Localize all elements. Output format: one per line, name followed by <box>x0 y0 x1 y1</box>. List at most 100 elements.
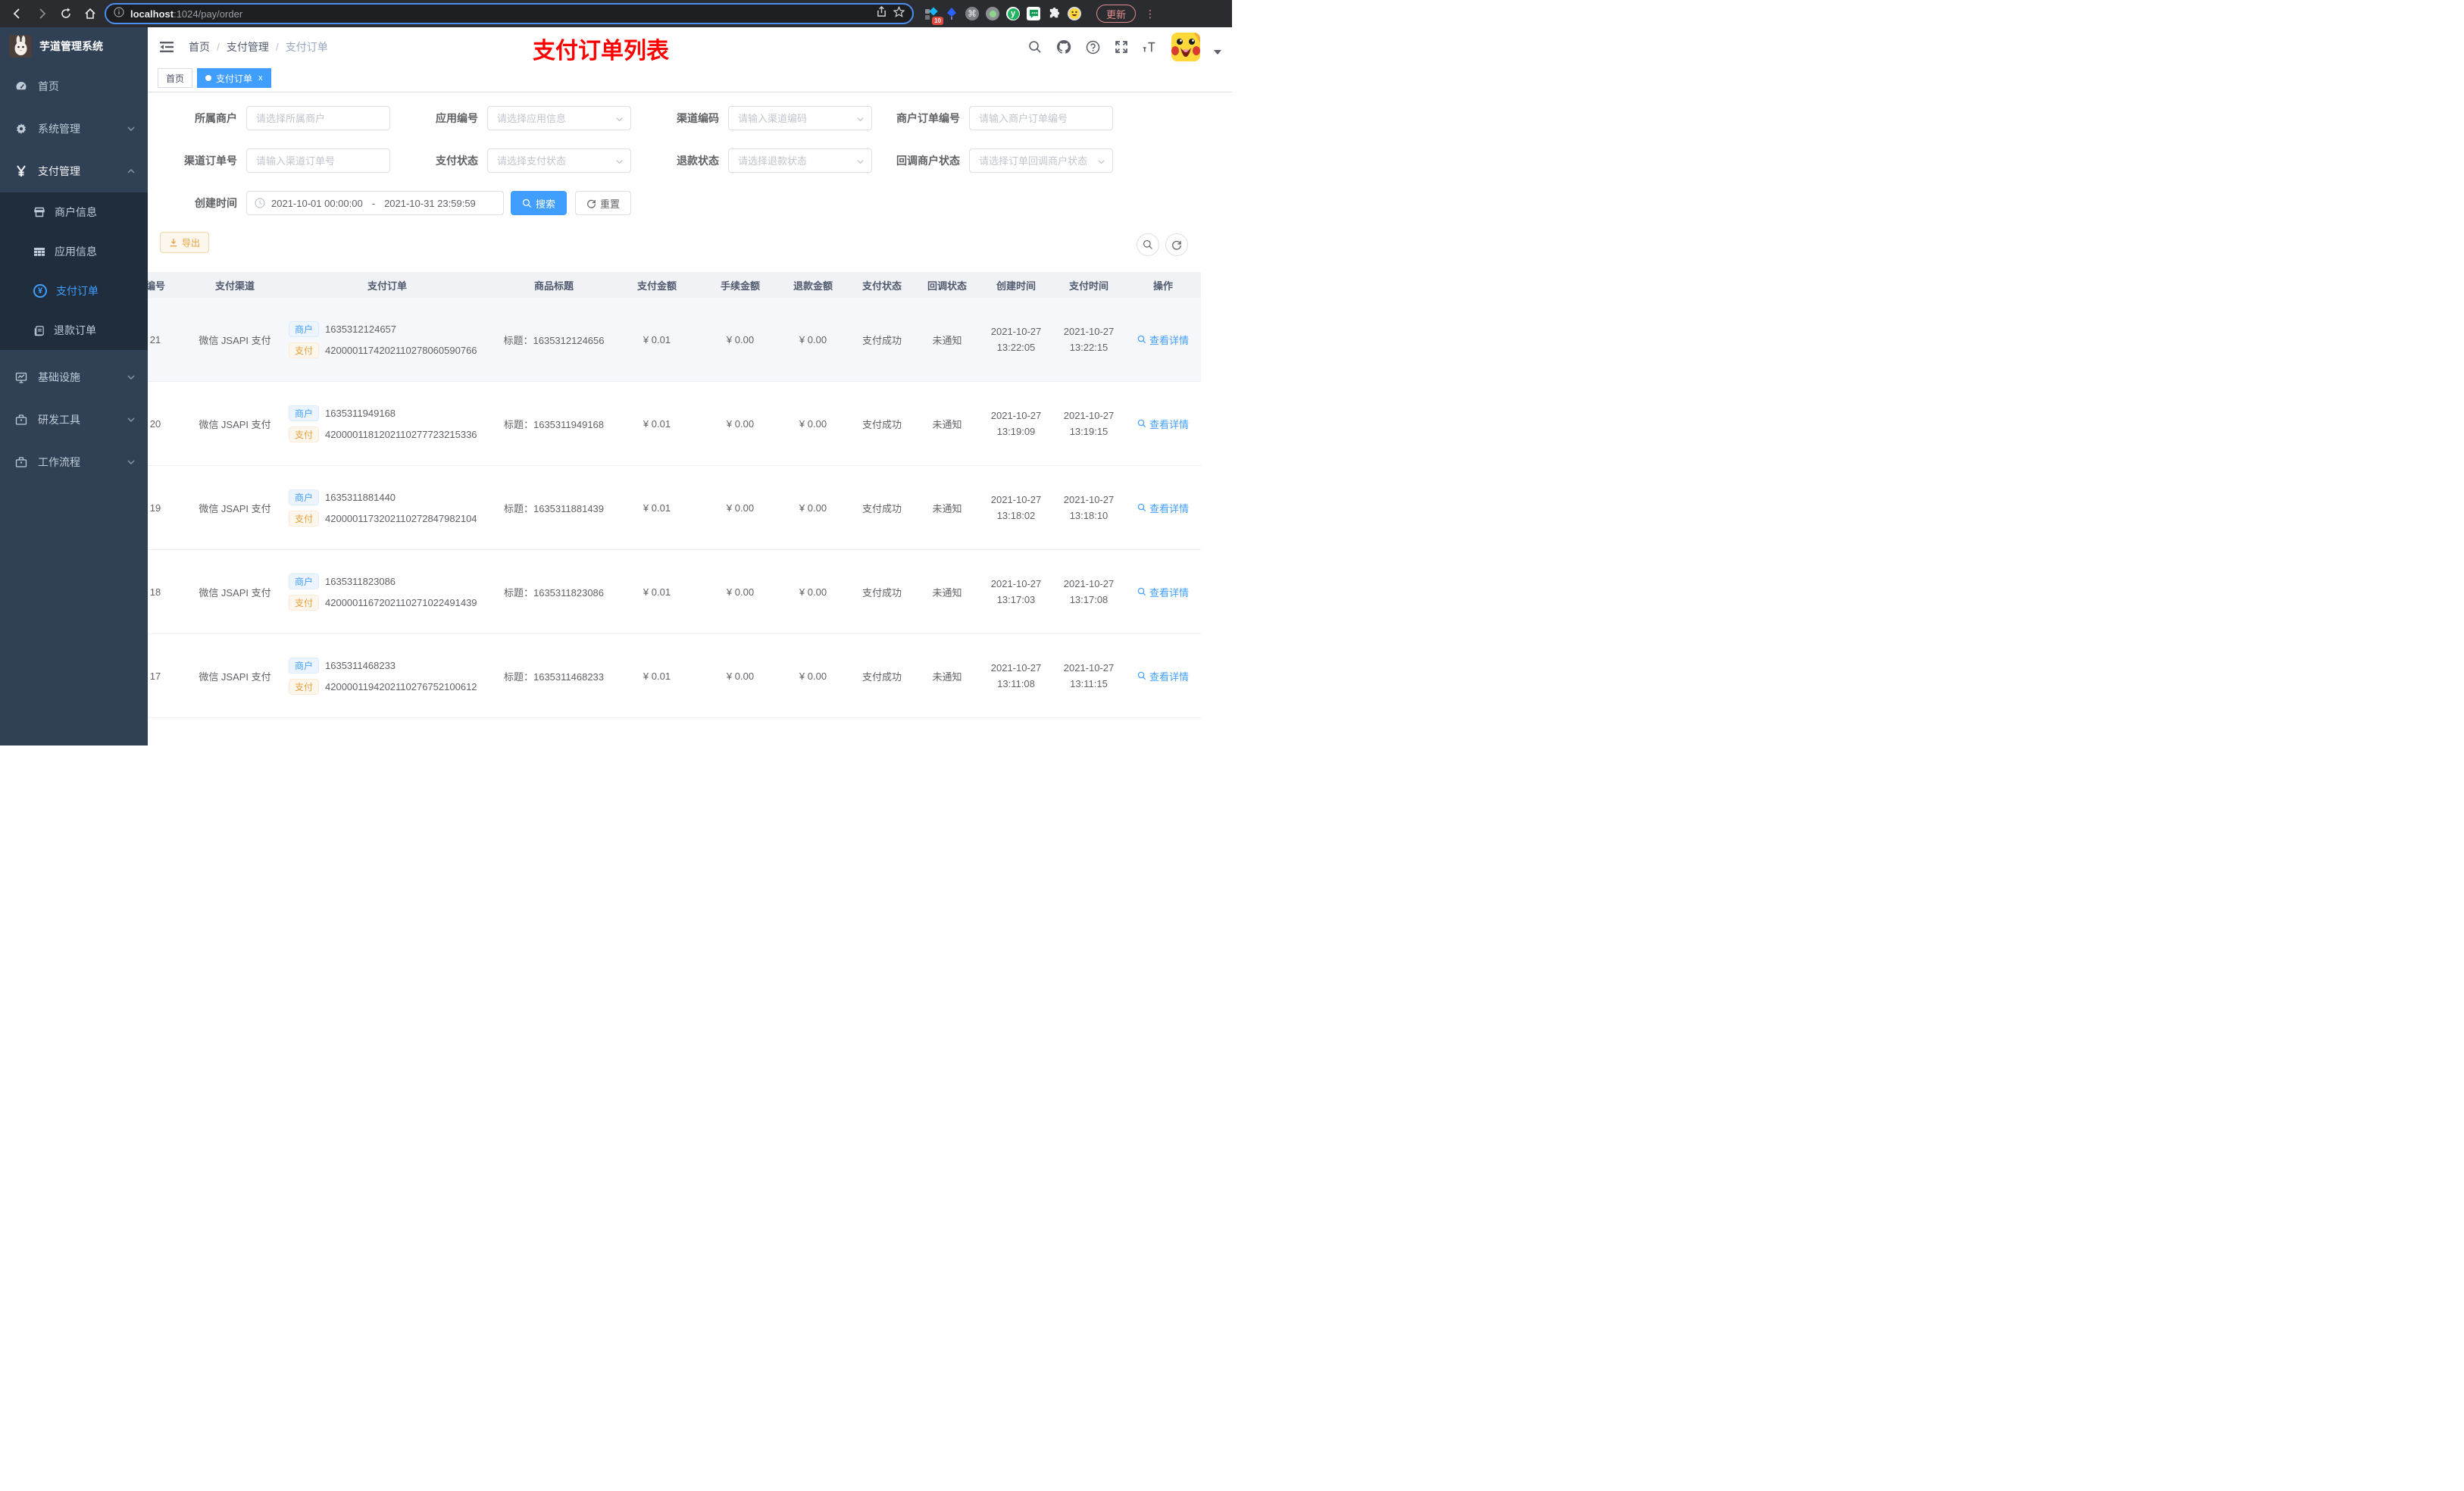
merchant-tag: 商户 <box>289 405 320 421</box>
channel-code-select[interactable] <box>729 107 871 130</box>
table-row: 16微信 JSAPI 支付商户1635311351736 <box>148 718 1201 746</box>
pay-submenu: 商户信息 应用信息 ¥ 支付订单 退款订单 <box>0 192 148 350</box>
sidebar-item-pay[interactable]: 支付管理 <box>0 150 148 192</box>
notify-status-cell: 未通知 <box>932 418 962 430</box>
date-range-picker[interactable]: 2021-10-01 00:00:00 - 2021-10-31 23:59:5… <box>246 191 504 215</box>
breadcrumb-home[interactable]: 首页 <box>189 39 210 55</box>
order-id-cell: 21 <box>149 333 161 345</box>
action-cell: 查看详情 <box>1125 669 1201 683</box>
forward-icon[interactable] <box>32 4 52 23</box>
app-id-select[interactable] <box>488 107 630 130</box>
sidebar-item-pay-order[interactable]: ¥ 支付订单 <box>0 271 148 311</box>
pay-order-no: 4200001174202110278060590766 <box>325 344 477 356</box>
extension-dot-icon[interactable] <box>986 7 999 20</box>
browser-menu-icon[interactable]: ⋮ <box>1145 8 1155 19</box>
filter-merchant: 所属商户 <box>166 106 390 130</box>
date-start[interactable]: 2021-10-01 00:00:00 <box>271 198 363 209</box>
view-detail-link[interactable]: 查看详情 <box>1137 417 1189 431</box>
view-detail-link[interactable]: 查看详情 <box>1137 669 1189 683</box>
extensions-puzzle-icon[interactable] <box>1047 7 1061 20</box>
notify-status-select[interactable] <box>970 149 1112 172</box>
pay-tag: 支付 <box>289 342 320 358</box>
sidebar-item-app-info[interactable]: 应用信息 <box>0 232 148 271</box>
chrome-update-button[interactable]: 更新 <box>1096 5 1137 23</box>
tab-home[interactable]: 首页 <box>158 68 193 88</box>
pay-channel-cell: 微信 JSAPI 支付 <box>199 586 271 599</box>
share-icon[interactable] <box>876 5 887 21</box>
merchant-order-line: 商户 1635311468233 <box>289 657 498 674</box>
address-bar[interactable]: localhost:1024/pay/order <box>105 3 914 24</box>
view-detail-link[interactable]: 查看详情 <box>1137 501 1189 515</box>
url-text[interactable]: localhost:1024/pay/order <box>130 8 870 20</box>
channel-order-no-input[interactable] <box>247 149 389 172</box>
magnifier-icon <box>1137 419 1146 428</box>
refresh-table-button[interactable] <box>1165 233 1188 256</box>
refund-amount-cell: ¥ 0.00 <box>799 333 827 345</box>
export-button[interactable]: 导出 <box>160 232 210 253</box>
pay-status-select[interactable] <box>488 149 630 172</box>
create-time-cell: 2021-10-27 13:17:03 <box>990 578 1042 605</box>
reload-icon[interactable] <box>56 4 76 23</box>
merchant-input[interactable] <box>247 107 389 130</box>
avatar[interactable] <box>1171 33 1200 61</box>
fullscreen-icon[interactable] <box>1114 39 1129 55</box>
breadcrumb-pay-manage[interactable]: 支付管理 <box>227 39 269 55</box>
view-detail-link[interactable]: 查看详情 <box>1137 585 1189 599</box>
product-title-cell: 标题：1635311823086 <box>503 586 605 599</box>
extension-y-icon[interactable]: y <box>1006 7 1020 20</box>
table-header-cell: 支付金额 <box>636 280 677 292</box>
sidebar-item-refund-order[interactable]: 退款订单 <box>0 311 148 350</box>
help-icon[interactable] <box>1085 39 1100 55</box>
sidebar-collapse-icon[interactable] <box>158 39 175 55</box>
table-row: 20 微信 JSAPI 支付 商户 1635311949168 支付 4200001181… <box>148 382 1201 466</box>
pay-channel-cell: 微信 JSAPI 支付 <box>199 502 271 514</box>
pay-time-cell: 2021-10-27 13:18:10 <box>1063 494 1115 521</box>
date-end[interactable]: 2021-10-31 23:59:59 <box>384 198 476 209</box>
sidebar-item-dev-tools[interactable]: 研发工具 <box>0 399 148 441</box>
sidebar-item-infra[interactable]: 基础设施 <box>0 356 148 399</box>
app-logo[interactable]: 芋道管理系统 <box>0 27 148 65</box>
table-header-cell: 支付时间 <box>1068 280 1108 292</box>
extension-diamond-icon[interactable]: 10 <box>924 7 943 25</box>
order-id-cell: 18 <box>149 586 161 598</box>
close-tab-icon[interactable]: x <box>258 73 263 83</box>
tab-pay-order[interactable]: 支付订单 x <box>197 68 271 88</box>
product-title-cell: 标题：1635311949168 <box>503 418 605 430</box>
sidebar-item-merchant-info[interactable]: 商户信息 <box>0 192 148 232</box>
merchant-tag: 商户 <box>289 657 320 674</box>
table-header-cell: 创建时间 <box>996 280 1036 292</box>
extension-kite-icon[interactable] <box>945 7 958 20</box>
reset-button[interactable]: 重置 <box>575 191 632 215</box>
merchant-order-no-input[interactable] <box>970 107 1112 130</box>
pay-time-cell: 2021-10-27 13:22:15 <box>1063 326 1115 353</box>
page-header: 首页 / 支付管理 / 支付订单 支付订单列表 <box>148 27 1232 67</box>
font-size-icon[interactable] <box>1143 39 1158 55</box>
page-annotation-title: 支付订单列表 <box>533 39 669 64</box>
search-icon[interactable] <box>1027 39 1043 55</box>
bookmark-star-icon[interactable] <box>893 5 905 21</box>
sidebar-item-system[interactable]: 系统管理 <box>0 108 148 150</box>
pay-tag: 支付 <box>289 678 320 695</box>
avatar-dropdown-caret[interactable] <box>1214 50 1221 55</box>
home-icon[interactable] <box>80 4 100 23</box>
site-info-icon[interactable] <box>114 6 124 21</box>
pay-amount-cell: ¥ 0.01 <box>643 333 671 345</box>
pay-channel-cell: 微信 JSAPI 支付 <box>199 670 271 683</box>
extension-emoji-icon[interactable] <box>1068 7 1081 20</box>
search-button[interactable]: 搜索 <box>511 191 568 215</box>
refund-status-select[interactable] <box>729 149 871 172</box>
merchant-order-no: 1635311468233 <box>325 659 396 671</box>
merchant-order-no: 1635312124657 <box>325 323 397 335</box>
back-icon[interactable] <box>8 4 27 23</box>
sidebar-item-home[interactable]: 首页 <box>0 65 148 108</box>
extension-chat-icon[interactable] <box>1027 7 1040 20</box>
sidebar-item-workflow[interactable]: 工作流程 <box>0 441 148 483</box>
fee-amount-cell: ¥ 0.00 <box>726 586 755 598</box>
pay-order-cell: 商户 1635311949168 支付 42000011812021102777232… <box>277 400 498 448</box>
chevron-down-icon <box>127 127 135 131</box>
show-search-toggle-button[interactable] <box>1137 233 1159 256</box>
view-detail-link[interactable]: 查看详情 <box>1137 333 1189 347</box>
github-icon[interactable] <box>1056 39 1071 55</box>
product-title-cell: 标题：1635311468233 <box>503 670 605 683</box>
extension-command-icon[interactable]: ⌘ <box>965 7 979 20</box>
